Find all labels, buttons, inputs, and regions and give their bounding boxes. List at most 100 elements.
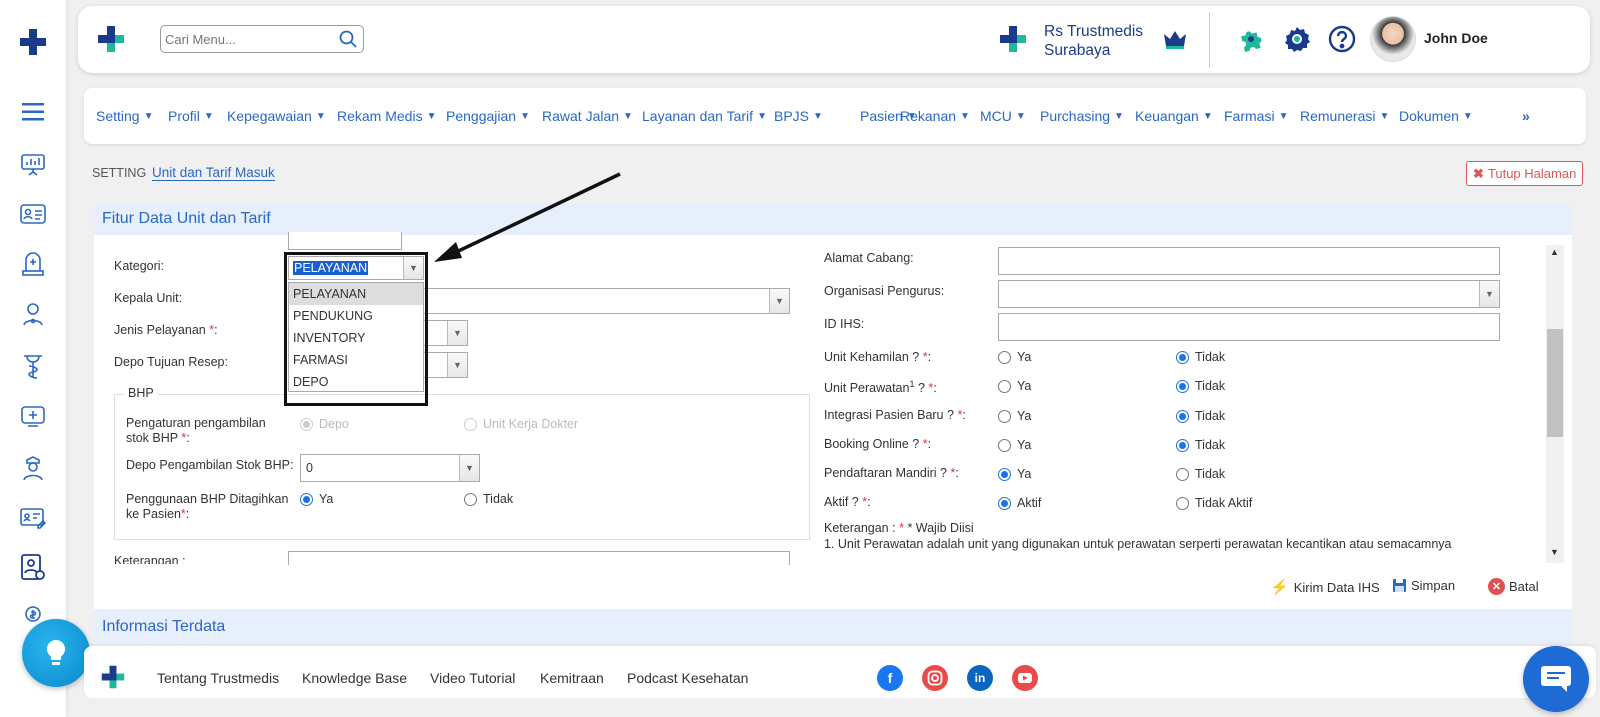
scroll-down-icon[interactable]: ▼	[1550, 547, 1559, 557]
scroll-up-icon[interactable]: ▲	[1550, 247, 1559, 257]
simpan-button[interactable]: Simpan	[1392, 578, 1455, 593]
chevron-down-icon[interactable]: ▼	[769, 289, 789, 313]
tips-lightbulb-button[interactable]	[22, 619, 90, 687]
menu-farmasi[interactable]: Farmasi ▼	[1224, 88, 1288, 144]
breadcrumb-root[interactable]: SETTING	[92, 166, 146, 180]
search-icon[interactable]	[339, 30, 357, 48]
left-sidebar	[0, 0, 66, 717]
menu-purchasing[interactable]: Purchasing ▼	[1040, 88, 1124, 144]
menu-layanan-dan-tarif[interactable]: Layanan dan Tarif ▼	[642, 88, 767, 144]
user-settings-icon[interactable]	[17, 552, 49, 584]
crown-icon[interactable]	[1162, 28, 1188, 53]
menu-rekam-medis[interactable]: Rekam Medis ▼	[337, 88, 437, 144]
linkedin-icon[interactable]: in	[967, 665, 993, 691]
footer-link-kemitraan[interactable]: Kemitraan	[540, 670, 604, 686]
radio-pendaftaran-tidak[interactable]: Tidak	[1176, 467, 1225, 481]
footer-link-knowledge-base[interactable]: Knowledge Base	[302, 670, 407, 686]
radio-pendaftaran-ya[interactable]: Ya	[998, 467, 1031, 481]
radio-penggunaan-tidak[interactable]: Tidak	[464, 492, 513, 506]
document-edit-icon[interactable]	[17, 502, 49, 534]
radio-kehamilan-ya[interactable]: Ya	[998, 350, 1031, 364]
menu-label: Remunerasi	[1300, 108, 1376, 124]
pharmacy-icon[interactable]	[17, 350, 49, 382]
chat-button[interactable]	[1523, 646, 1589, 712]
radio-unit-kerja-dokter[interactable]: Unit Kerja Dokter	[464, 417, 578, 431]
id-ihs-input[interactable]	[998, 313, 1500, 341]
menu-remunerasi[interactable]: Remunerasi ▼	[1300, 88, 1389, 144]
menu-rawat-jalan[interactable]: Rawat Jalan ▼	[542, 88, 633, 144]
youtube-icon[interactable]	[1012, 665, 1038, 691]
chevron-down-icon[interactable]: ▼	[459, 455, 479, 481]
menu-penggajian[interactable]: Penggajian ▼	[446, 88, 530, 144]
radio-integrasi-ya[interactable]: Ya	[998, 409, 1031, 423]
logo-icon[interactable]	[17, 26, 49, 58]
radio-booking-ya[interactable]: Ya	[998, 438, 1031, 452]
radio-penggunaan-ya[interactable]: Ya	[300, 492, 333, 506]
section-title-informasi: Informasi Terdata	[94, 610, 1572, 644]
alamat-cabang-input[interactable]	[998, 247, 1500, 275]
radio-booking-tidak[interactable]: Tidak	[1176, 438, 1225, 452]
radio-integrasi-tidak[interactable]: Tidak	[1176, 409, 1225, 423]
medical-monitor-icon[interactable]	[17, 400, 49, 432]
menu-more-button[interactable]: »	[1522, 88, 1530, 144]
menu-keuangan[interactable]: Keuangan ▼	[1135, 88, 1213, 144]
kategori-option[interactable]: PELAYANAN	[289, 283, 423, 305]
chevron-down-icon[interactable]: ▼	[447, 353, 467, 377]
menu-dokumen[interactable]: Dokumen ▼	[1399, 88, 1473, 144]
brand-logo-icon[interactable]	[96, 24, 126, 57]
chevron-down-icon[interactable]: ▼	[1479, 281, 1499, 307]
instagram-icon[interactable]	[922, 665, 948, 691]
menu-mcu[interactable]: MCU ▼	[980, 88, 1026, 144]
puzzle-icon[interactable]	[1238, 26, 1264, 55]
radio-dot	[464, 492, 477, 506]
radio-perawatan-tidak[interactable]: Tidak	[1176, 379, 1225, 393]
radio-aktif[interactable]: Aktif	[998, 496, 1041, 510]
menu-search-input[interactable]	[165, 30, 335, 48]
kategori-option[interactable]: PENDUKUNG	[289, 305, 423, 327]
hamburger-menu-icon[interactable]	[17, 96, 49, 128]
breadcrumb-current[interactable]: Unit dan Tarif Masuk	[152, 165, 275, 181]
avatar[interactable]	[1370, 16, 1416, 62]
help-icon[interactable]	[1328, 25, 1356, 56]
id-card-icon[interactable]	[17, 198, 49, 230]
footer-link-tentang[interactable]: Tentang Trustmedis	[157, 670, 279, 686]
penggunaan-label-line1: Penggunaan BHP Ditagihkan	[126, 492, 289, 506]
radio-depo[interactable]: Depo	[300, 417, 349, 431]
radio-label: Tidak	[1195, 379, 1226, 393]
menu-profil[interactable]: Profil ▼	[168, 88, 214, 144]
close-page-button[interactable]: ✖ Tutup Halaman	[1466, 161, 1584, 186]
menu-search-box[interactable]	[160, 25, 364, 53]
depo-stok-select[interactable]: 0 ▼	[300, 454, 480, 482]
facebook-icon[interactable]: f	[877, 665, 903, 691]
chevron-down-icon[interactable]: ▼	[447, 321, 467, 345]
medical-tombstone-icon[interactable]	[17, 248, 49, 280]
scrollbar-thumb[interactable]	[1547, 329, 1563, 437]
keterangan-textarea[interactable]	[288, 551, 790, 565]
radio-label: Aktif	[1017, 496, 1042, 510]
doctor-user-icon[interactable]	[17, 298, 49, 330]
dashboard-presentation-icon[interactable]	[17, 148, 49, 180]
nurse-icon[interactable]	[17, 452, 49, 484]
batal-button[interactable]: ✕ Batal	[1488, 578, 1539, 595]
footer-link-podcast[interactable]: Podcast Kesehatan	[627, 670, 748, 686]
footer-logo-icon[interactable]	[100, 664, 126, 693]
kategori-option[interactable]: INVENTORY	[289, 327, 423, 349]
radio-tidak-label: Tidak	[483, 492, 514, 506]
gear-icon[interactable]	[1283, 25, 1311, 56]
user-name[interactable]: John Doe	[1424, 30, 1488, 46]
kirim-data-ihs-button[interactable]: ⚡ Kirim Data IHS	[1270, 578, 1380, 596]
kategori-option[interactable]: DEPO	[289, 371, 423, 393]
menu-bpjs[interactable]: BPJS ▼	[774, 88, 823, 144]
menu-kepegawaian[interactable]: Kepegawaian ▼	[227, 88, 326, 144]
menu-label: Dokumen	[1399, 108, 1459, 124]
footer-link-video-tutorial[interactable]: Video Tutorial	[430, 670, 515, 686]
organisasi-select[interactable]: ▼	[998, 280, 1500, 308]
radio-perawatan-ya[interactable]: Ya	[998, 379, 1031, 393]
kategori-option[interactable]: FARMASI	[289, 349, 423, 371]
radio-tidak-aktif[interactable]: Tidak Aktif	[1176, 496, 1252, 510]
form-scrollbar[interactable]: ▲ ▼	[1546, 245, 1564, 563]
annotation-arrow-icon	[434, 172, 621, 262]
menu-rekanan[interactable]: Rekanan ▼	[900, 88, 970, 144]
menu-setting[interactable]: Setting ▼	[96, 88, 154, 144]
radio-kehamilan-tidak[interactable]: Tidak	[1176, 350, 1225, 364]
